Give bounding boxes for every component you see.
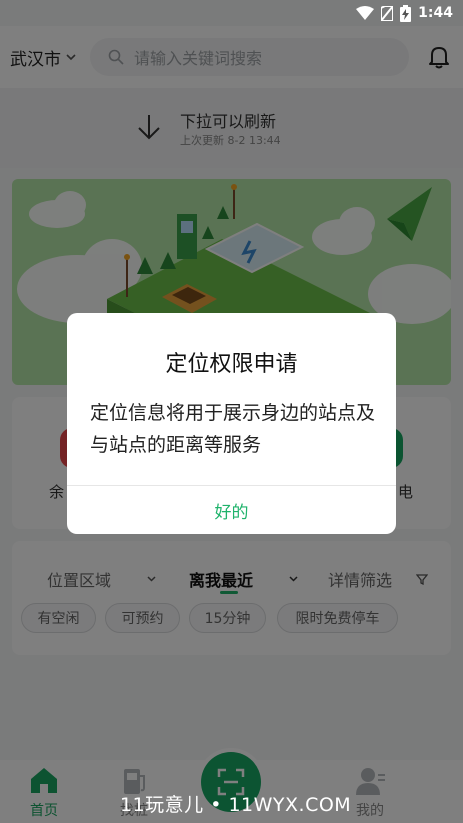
location-permission-dialog: 定位权限申请 定位信息将用于展示身边的站点及与站点的距离等服务 好的 [67,313,396,534]
dialog-message: 定位信息将用于展示身边的站点及与站点的距离等服务 [90,402,376,456]
watermark-text: 11玩意儿 • 11WYX.COM [120,794,352,816]
no-sim-icon [381,5,394,21]
wifi-icon [356,6,375,20]
dialog-ok-button[interactable]: 好的 [67,486,396,534]
dialog-title: 定位权限申请 [165,352,298,377]
battery-charging-icon [400,4,412,22]
status-bar: 1:44 [0,0,463,26]
status-time: 1:44 [418,5,453,21]
